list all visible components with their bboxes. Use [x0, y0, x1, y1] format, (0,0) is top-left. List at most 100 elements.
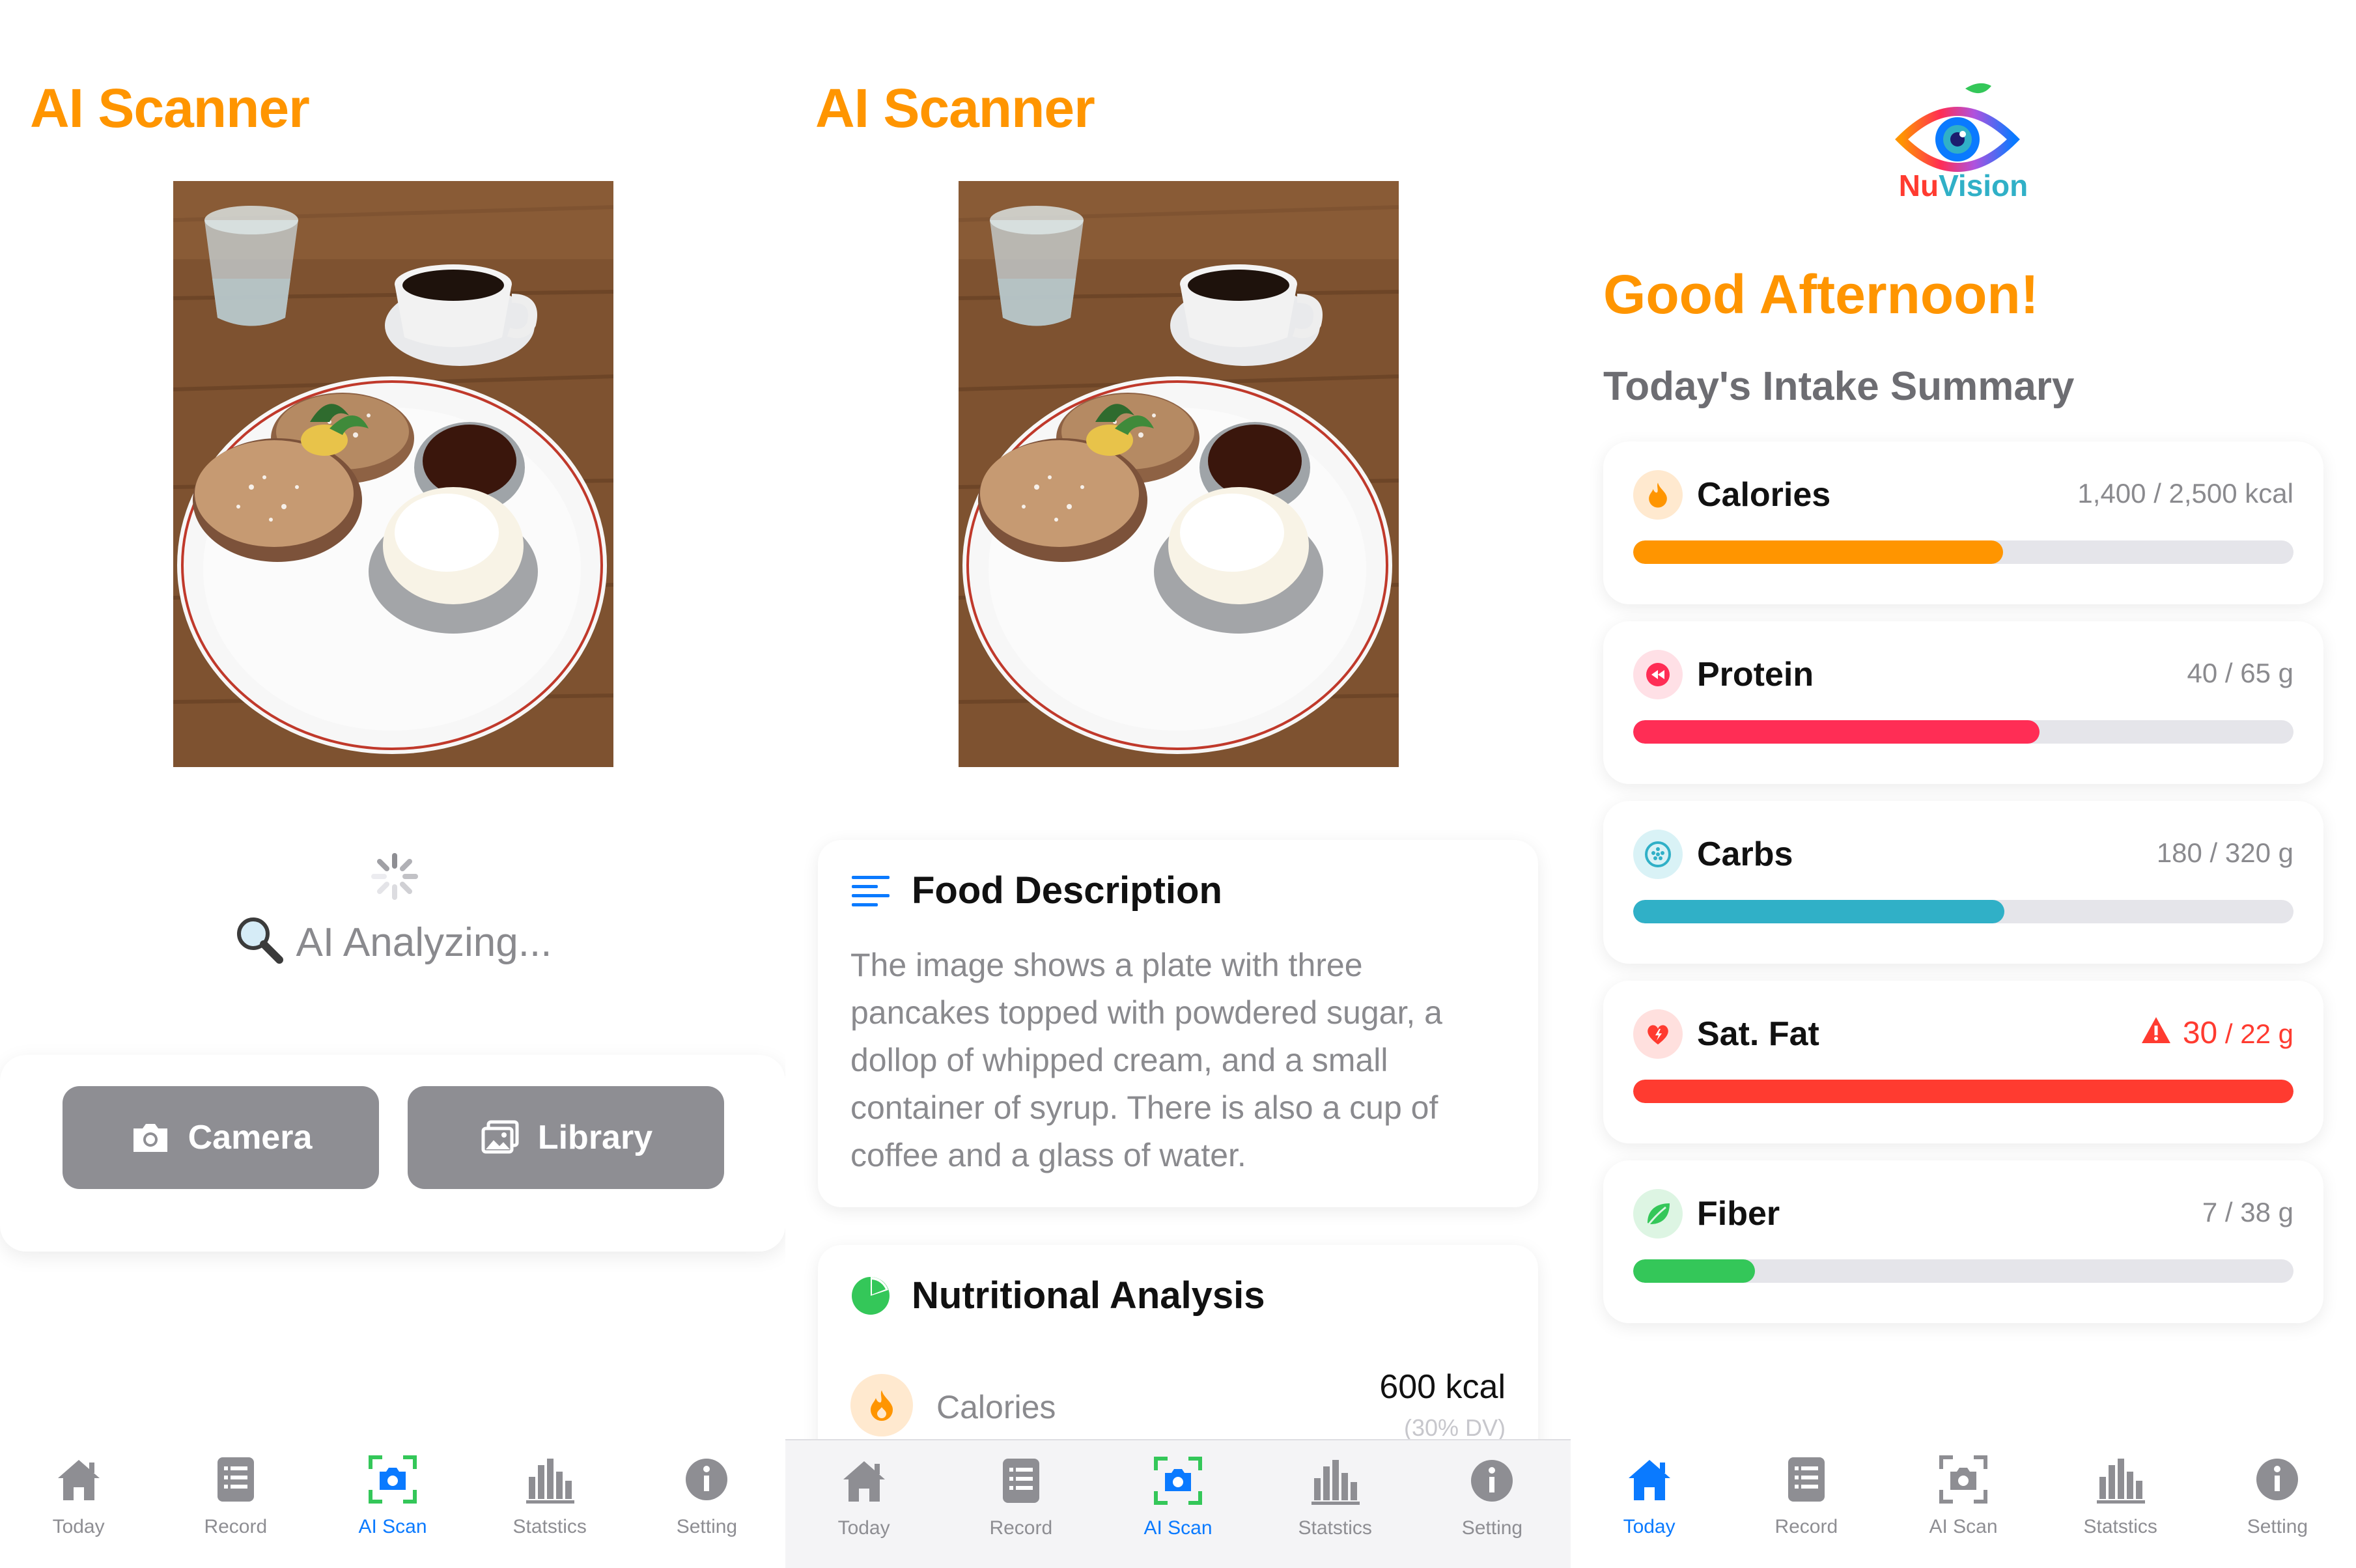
- analyzing-text: AI Analyzing...: [296, 920, 552, 965]
- screen-ai-scanner-result: AI Scanner Food Description The image sh…: [785, 0, 1571, 1568]
- tab-label: Setting: [2247, 1516, 2308, 1537]
- section-title: Today's Intake Summary: [1603, 364, 2075, 409]
- nutrient-value: 600 kcal: [1379, 1368, 1506, 1406]
- food-description-title: Food Description: [912, 869, 1222, 912]
- info-icon: [686, 1459, 728, 1500]
- text-lines-icon: [852, 875, 890, 906]
- tab-label: AI Scan: [1143, 1517, 1213, 1539]
- intake-card-carbs[interactable]: Carbs 180 / 320 g: [1603, 801, 2323, 964]
- logo-wordmark-vision: Vision: [1939, 169, 2028, 203]
- camera-scan-icon: [369, 1455, 417, 1504]
- warning-icon: [2141, 1017, 2170, 1043]
- tab-bar: Today Record AI Scan Statstics Setting: [785, 1439, 1571, 1568]
- tab-record[interactable]: Record: [1728, 1439, 1885, 1568]
- protein-icon: [1633, 650, 1683, 699]
- screen-today-summary: NuVision Good Afternoon! Today's Intake …: [1571, 0, 2356, 1568]
- intake-progress-track: [1633, 1259, 2293, 1283]
- intake-progress-fill: [1633, 900, 2005, 923]
- info-icon: [1471, 1460, 1513, 1502]
- intake-progress-fill: [1633, 1080, 2293, 1103]
- camera-scan-icon: [1939, 1455, 1987, 1504]
- intake-goal: / 22 g: [2217, 1018, 2293, 1049]
- tab-today[interactable]: Today: [1571, 1439, 1728, 1568]
- page-title: AI Scanner: [30, 77, 310, 139]
- camera-button[interactable]: Camera: [63, 1086, 379, 1189]
- logo-wordmark-nu: Nu: [1898, 169, 1939, 203]
- tab-record[interactable]: Record: [942, 1440, 1099, 1568]
- intake-value: 40 / 65 g: [2187, 658, 2293, 688]
- nutritional-analysis-header: Nutritional Analysis: [850, 1274, 1265, 1317]
- heart-bolt-icon: [1633, 1009, 1683, 1059]
- tab-label: Today: [837, 1517, 890, 1539]
- food-description-text: The image shows a plate with three panca…: [850, 947, 1442, 1173]
- tab-setting[interactable]: Setting: [2199, 1439, 2356, 1568]
- tab-label: Statstics: [2083, 1516, 2157, 1537]
- intake-name: Fiber: [1697, 1195, 1780, 1233]
- nutrient-label: Calories: [936, 1389, 1056, 1425]
- tab-label: Setting: [1461, 1517, 1523, 1539]
- intake-progress-fill: [1633, 720, 2040, 744]
- tab-setting[interactable]: Setting: [1414, 1440, 1571, 1568]
- tab-statistics[interactable]: Statstics: [2042, 1439, 2199, 1568]
- pie-chart-icon: [852, 1276, 890, 1315]
- tab-ai-scan[interactable]: AI Scan: [1099, 1440, 1256, 1568]
- intake-card-fiber[interactable]: Fiber 7 / 38 g: [1603, 1160, 2323, 1323]
- intake-name: Calories: [1697, 476, 1831, 514]
- tab-label: AI Scan: [1929, 1516, 1998, 1537]
- camera-button-label: Camera: [188, 1119, 313, 1156]
- tab-today[interactable]: Today: [785, 1440, 942, 1568]
- camera-scan-icon: [1154, 1457, 1202, 1505]
- page-title: AI Scanner: [815, 77, 1095, 139]
- intake-current: 30: [2182, 1016, 2218, 1050]
- food-description-header: Food Description: [850, 869, 1222, 912]
- food-photo: [173, 181, 613, 767]
- magnifier-icon: [236, 917, 283, 964]
- tab-label: Statstics: [1298, 1517, 1372, 1539]
- loading-spinner-icon: [371, 853, 418, 900]
- greeting: Good Afternoon!: [1603, 264, 2039, 325]
- tab-ai-scan[interactable]: AI Scan: [1885, 1439, 2041, 1568]
- photo-library-icon: [481, 1120, 519, 1154]
- flame-icon: [850, 1374, 913, 1436]
- intake-card-sat-fat[interactable]: Sat. Fat 30 / 22 g: [1603, 981, 2323, 1143]
- intake-progress-track: [1633, 900, 2293, 923]
- tab-record[interactable]: Record: [157, 1439, 314, 1568]
- camera-icon: [133, 1124, 167, 1152]
- capture-actions-card: Camera Library: [0, 1055, 785, 1252]
- tab-setting[interactable]: Setting: [628, 1439, 785, 1568]
- house-icon: [57, 1460, 100, 1500]
- tab-label: Record: [204, 1516, 268, 1537]
- tab-label: Record: [989, 1517, 1053, 1539]
- tab-today[interactable]: Today: [0, 1439, 157, 1568]
- food-description-card: Food Description The image shows a plate…: [818, 840, 1538, 1207]
- library-button[interactable]: Library: [408, 1086, 724, 1189]
- nutrient-daily-value: (30% DV): [1403, 1414, 1506, 1441]
- intake-card-calories[interactable]: Calories 1,400 / 2,500 kcal: [1603, 441, 2323, 604]
- house-icon: [843, 1461, 885, 1502]
- house-icon: [1628, 1460, 1670, 1500]
- food-photo: [959, 181, 1399, 767]
- intake-value: 1,400 / 2,500 kcal: [2077, 478, 2293, 509]
- info-icon: [2256, 1459, 2299, 1500]
- screen-ai-scanner-analyzing: AI Scanner AI Analyzing... Camera Librar…: [0, 0, 785, 1568]
- intake-value: 7 / 38 g: [2202, 1197, 2293, 1227]
- intake-progress-fill: [1633, 1259, 1755, 1283]
- intake-name: Sat. Fat: [1697, 1015, 1819, 1053]
- intake-name: Protein: [1697, 656, 1814, 693]
- intake-card-protein[interactable]: Protein 40 / 65 g: [1603, 621, 2323, 784]
- tab-bar: Today Record AI Scan Statstics Setting: [0, 1439, 785, 1568]
- intake-progress-fill: [1633, 540, 2003, 564]
- leaf-icon: [1633, 1189, 1683, 1239]
- analyzing-status: AI Analyzing...: [0, 914, 785, 966]
- intake-progress-track: [1633, 720, 2293, 744]
- flame-icon: [1633, 470, 1683, 520]
- tab-bar: Today Record AI Scan Statstics Setting: [1571, 1439, 2356, 1568]
- intake-progress-track: [1633, 540, 2293, 564]
- tab-statistics[interactable]: Statstics: [471, 1439, 628, 1568]
- bar-chart-icon: [2097, 1459, 2146, 1504]
- tab-statistics[interactable]: Statstics: [1257, 1440, 1414, 1568]
- bar-chart-icon: [526, 1459, 575, 1504]
- intake-value: 180 / 320 g: [2156, 837, 2293, 868]
- tab-ai-scan[interactable]: AI Scan: [314, 1439, 471, 1568]
- library-button-label: Library: [537, 1119, 653, 1156]
